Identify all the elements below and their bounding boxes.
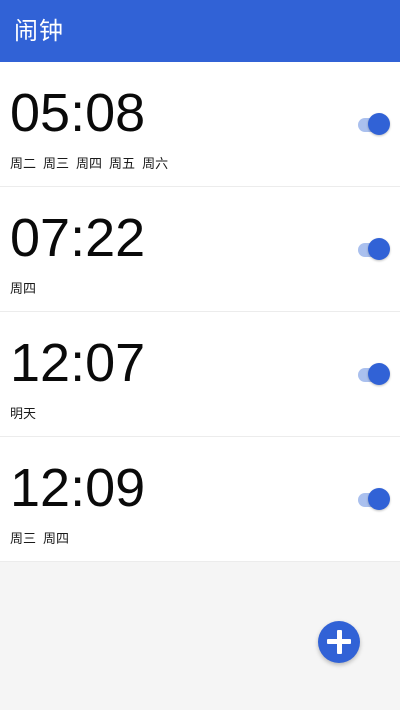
- add-alarm-button[interactable]: [318, 621, 360, 663]
- alarm-days: 周四: [10, 281, 43, 299]
- page-title: 闹钟: [14, 17, 64, 45]
- alarm-time[interactable]: 05:08: [10, 82, 145, 144]
- alarm-toggle[interactable]: [358, 113, 390, 135]
- alarm-time[interactable]: 07:22: [10, 207, 145, 269]
- alarm-item[interactable]: 12:09 周三 周四: [0, 437, 400, 562]
- alarm-days: 周三 周四: [10, 531, 76, 549]
- alarm-day: 周五: [109, 157, 136, 172]
- alarm-day: 明天: [10, 407, 37, 422]
- alarm-day: 周三: [10, 532, 37, 547]
- alarm-day: 周三: [43, 157, 70, 172]
- app-bar: 闹钟: [0, 0, 400, 62]
- alarm-item[interactable]: 12:07 明天: [0, 312, 400, 437]
- alarm-day: 周四: [10, 282, 37, 297]
- alarm-days: 周二 周三 周四 周五 周六: [10, 156, 175, 174]
- toggle-thumb: [368, 363, 390, 385]
- alarm-toggle[interactable]: [358, 363, 390, 385]
- alarm-item[interactable]: 05:08 周二 周三 周四 周五 周六: [0, 62, 400, 187]
- alarm-day: 周二: [10, 157, 37, 172]
- alarm-day: 周六: [142, 157, 169, 172]
- alarm-item[interactable]: 07:22 周四: [0, 187, 400, 312]
- toggle-thumb: [368, 113, 390, 135]
- toggle-thumb: [368, 488, 390, 510]
- alarm-day: 周四: [76, 157, 103, 172]
- toggle-thumb: [368, 238, 390, 260]
- alarm-toggle[interactable]: [358, 488, 390, 510]
- alarm-time[interactable]: 12:09: [10, 457, 145, 519]
- alarm-day: 周四: [43, 532, 70, 547]
- alarm-toggle[interactable]: [358, 238, 390, 260]
- alarm-time[interactable]: 12:07: [10, 332, 145, 394]
- alarm-days: 明天: [10, 406, 43, 424]
- alarm-list: 05:08 周二 周三 周四 周五 周六 07:22 周四 12:07 明天 12:09: [0, 62, 400, 562]
